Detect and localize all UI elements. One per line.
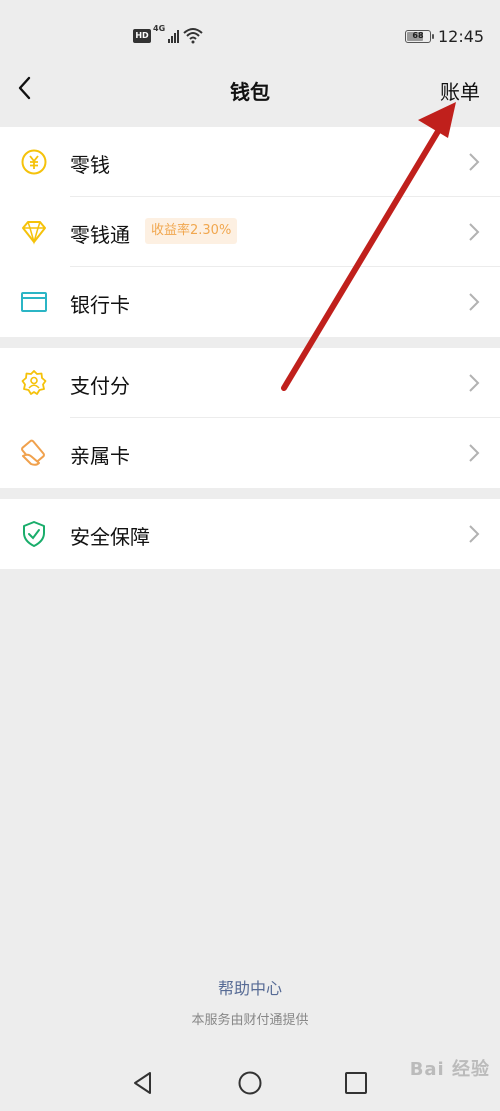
- pay-score-icon: [21, 370, 47, 395]
- list-item-label: 零钱: [70, 153, 110, 177]
- chevron-right-icon: [469, 444, 480, 462]
- list-item-lingqiantong[interactable]: 零钱通 收益率2.30%: [0, 197, 500, 267]
- nav-bar: 钱包 账单: [0, 70, 500, 126]
- list-item-label: 零钱通: [70, 223, 130, 247]
- diamond-icon: [22, 221, 46, 245]
- battery-level: 68: [412, 31, 424, 40]
- list-item-pay-score[interactable]: 支付分: [0, 348, 500, 418]
- list-item-label: 安全保障: [70, 525, 150, 549]
- list-item-bank-card[interactable]: 银行卡: [0, 267, 500, 337]
- chevron-right-icon: [469, 525, 480, 543]
- service-provider-text: 本服务由财付通提供: [191, 1013, 309, 1028]
- wallet-group-3: 安全保障: [0, 499, 500, 569]
- yuan-coin-icon: [21, 149, 47, 175]
- yield-rate-badge: 收益率2.30%: [145, 218, 238, 244]
- wallet-group-2: 支付分 亲属卡: [0, 348, 500, 488]
- signal-icon: [168, 30, 179, 43]
- list-item-family-card[interactable]: 亲属卡: [0, 418, 500, 488]
- baidu-watermark: Bai 经验: [409, 1059, 490, 1080]
- status-bar: HD 4G 68 12:45: [0, 0, 500, 70]
- hd-icon: HD: [133, 29, 151, 43]
- system-back-icon[interactable]: [130, 1070, 156, 1096]
- battery-icon: 68: [405, 30, 434, 43]
- list-item-change[interactable]: 零钱: [0, 127, 500, 197]
- system-recent-apps-icon[interactable]: [344, 1071, 368, 1095]
- bank-card-icon: [21, 292, 47, 312]
- status-time: 12:45: [438, 27, 485, 46]
- wifi-icon: [183, 28, 203, 44]
- help-center-link[interactable]: 帮助中心: [0, 975, 500, 999]
- family-card-icon: [21, 439, 45, 466]
- chevron-right-icon: [469, 153, 480, 171]
- list-item-security[interactable]: 安全保障: [0, 499, 500, 569]
- chevron-right-icon: [469, 374, 480, 392]
- shield-check-icon: [23, 521, 45, 547]
- list-item-label: 亲属卡: [70, 444, 130, 468]
- chevron-right-icon: [469, 293, 480, 311]
- wallet-group-1: 零钱 零钱通 收益率2.30% 银行卡: [0, 127, 500, 337]
- list-item-label: 支付分: [70, 374, 130, 398]
- bill-button[interactable]: 账单: [440, 76, 480, 105]
- chevron-right-icon: [469, 223, 480, 241]
- page-title: 钱包: [230, 80, 270, 104]
- list-item-label: 银行卡: [70, 293, 130, 317]
- system-home-icon[interactable]: [237, 1070, 263, 1096]
